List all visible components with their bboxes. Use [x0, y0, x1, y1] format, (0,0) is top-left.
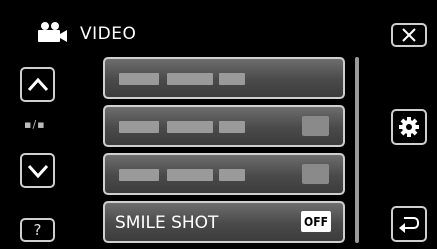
menu-item[interactable]: [103, 57, 345, 99]
menu-item-label: SMILE SHOT: [115, 213, 219, 233]
menu-item[interactable]: [103, 105, 345, 147]
settings-button[interactable]: [391, 109, 427, 145]
page-indicator: ▪/▪: [24, 118, 46, 131]
back-button[interactable]: [391, 206, 427, 242]
scrollbar[interactable]: [355, 57, 359, 243]
header: VIDEO: [0, 0, 437, 46]
menu-item[interactable]: [103, 153, 345, 195]
menu-item-smile-shot[interactable]: SMILE SHOT OFF: [103, 201, 345, 243]
help-label: ?: [33, 221, 42, 239]
chevron-down-icon: [27, 164, 48, 178]
page-title: VIDEO: [80, 24, 137, 44]
placeholder-badge: [302, 164, 329, 184]
chevron-up-icon: [27, 77, 48, 91]
scroll-up-button[interactable]: [20, 67, 55, 102]
scroll-down-button[interactable]: [20, 153, 55, 188]
return-icon: [399, 217, 419, 233]
status-badge: OFF: [301, 211, 331, 232]
video-camera-icon: [38, 22, 67, 42]
help-button[interactable]: ?: [20, 218, 55, 242]
placeholder-badge: [302, 116, 329, 136]
gear-icon: [399, 117, 419, 137]
close-button[interactable]: [391, 23, 427, 47]
close-icon: [402, 28, 416, 42]
